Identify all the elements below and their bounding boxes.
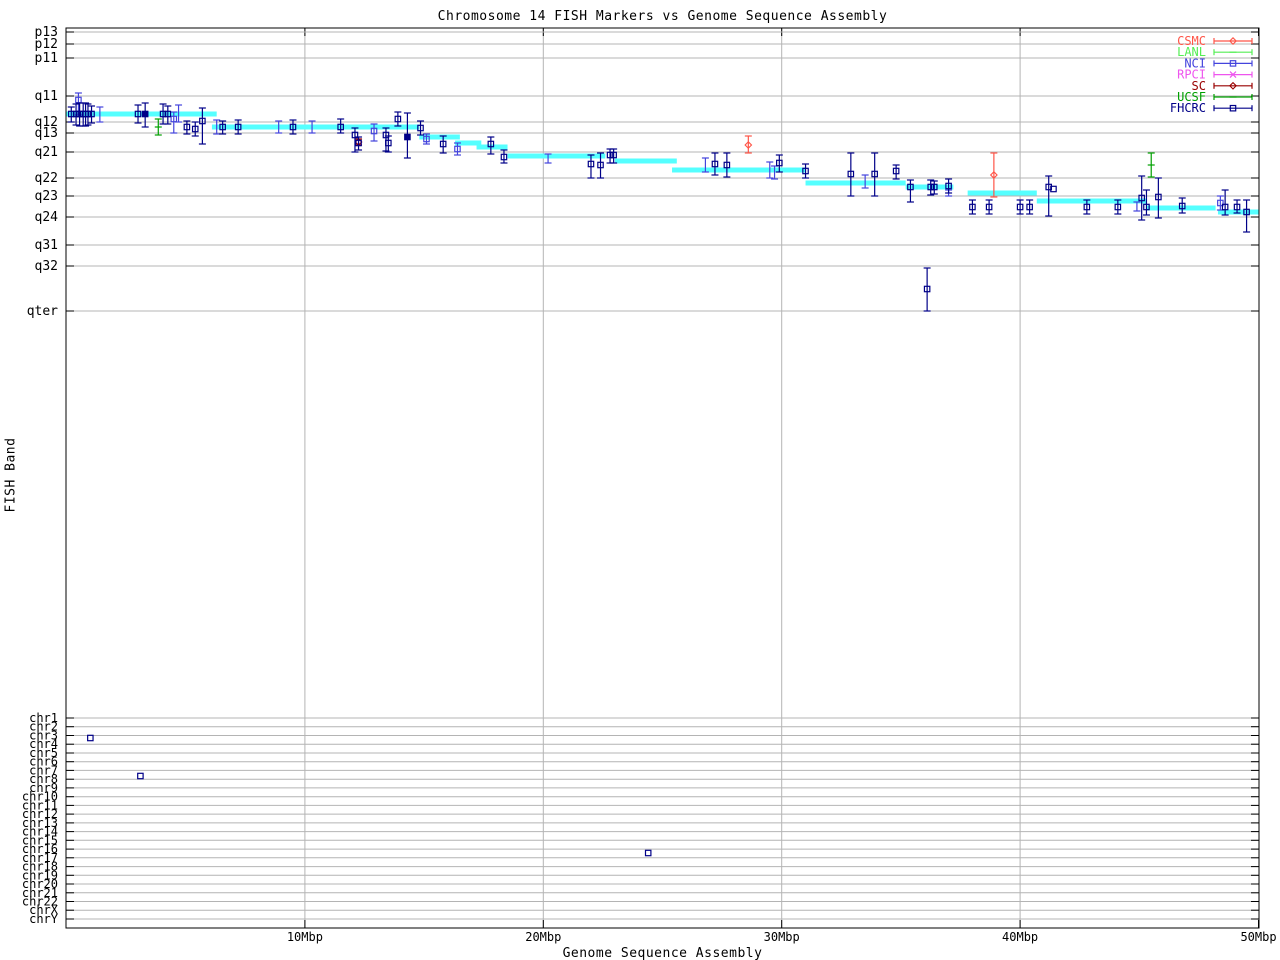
band-label: p12 [35, 37, 58, 52]
x-tick-label: 10Mbp [287, 930, 323, 944]
band-label: qter [27, 304, 58, 319]
chart-canvas: 10Mbp 20Mbp 30Mbp 40Mbp 50Mbpp13p12p11q11q12… [22, 25, 1277, 944]
band-label: q13 [35, 126, 58, 141]
x-tick-label: 50Mbp [1240, 930, 1276, 944]
data-point-marker [87, 734, 94, 742]
band-label: q21 [35, 145, 58, 160]
band-label: q23 [35, 189, 58, 204]
data-point-marker [137, 772, 144, 780]
data-point-marker [644, 849, 652, 857]
chromosome-label: chrY [29, 912, 59, 926]
band-label: q22 [35, 171, 58, 186]
data-point-marker [404, 133, 411, 141]
band-label: q32 [35, 259, 58, 274]
x-tick-label: 20Mbp [525, 930, 561, 944]
band-label: q31 [35, 238, 58, 253]
legend-label-fhcrc: FHCRC [1170, 101, 1206, 115]
band-label: p11 [35, 51, 58, 66]
x-tick-label: 30Mbp [764, 930, 800, 944]
x-tick-label: 40Mbp [1002, 930, 1038, 944]
data-point-marker [141, 110, 149, 118]
band-label: q11 [35, 89, 58, 104]
fish-marker-plot: Chromosome 14 FISH Markers vs Genome Seq… [0, 0, 1280, 960]
band-label: q24 [35, 210, 59, 225]
